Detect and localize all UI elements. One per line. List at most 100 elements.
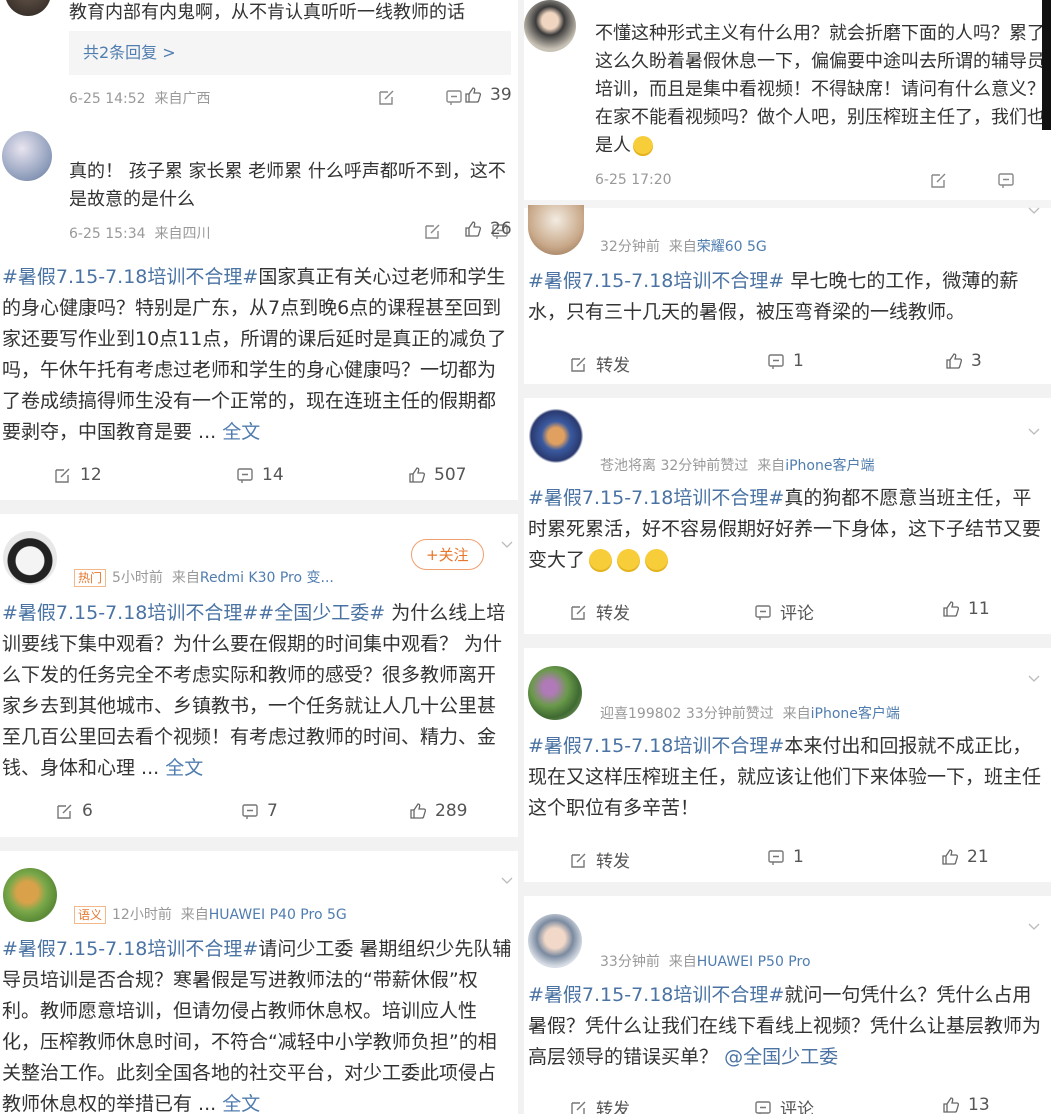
post-time: 5小时前	[112, 570, 163, 586]
like-count: 26	[490, 219, 512, 239]
like-count: 11	[968, 599, 990, 619]
like-button[interactable]: 13	[942, 1095, 990, 1114]
comment-count: 14	[262, 465, 284, 485]
divider	[524, 384, 1051, 398]
post-meta: 语义 12小时前 来自HUAWEI P40 Pro 5G	[74, 904, 347, 924]
view-replies-link[interactable]: 共2条回复 >	[69, 31, 511, 75]
comment-icon	[767, 848, 785, 866]
like-count: 507	[434, 465, 467, 485]
chevron-down-icon[interactable]	[1027, 424, 1041, 438]
edit-icon[interactable]	[424, 222, 442, 240]
edit-icon	[570, 355, 588, 373]
repost-button[interactable]: 12	[54, 465, 102, 485]
post-body: #暑假7.15-7.18培训不合理#真的狗都不愿意当班主任，平时累死累活，好不容…	[528, 483, 1044, 576]
like-button[interactable]: 11	[942, 599, 990, 619]
source-prefix: 来自	[171, 570, 200, 586]
avatar[interactable]	[528, 205, 584, 255]
chevron-down-icon[interactable]	[500, 873, 514, 887]
hashtag-link[interactable]: #暑假7.15-7.18培训不合理#	[2, 266, 258, 288]
avatar[interactable]	[2, 131, 52, 181]
reply-text: 教育内部有内鬼啊，从不肯认真听听一线教师的话	[69, 2, 465, 23]
repost-button[interactable]: 转发	[570, 599, 630, 624]
like-count: 3	[971, 351, 982, 371]
like-count: 289	[435, 801, 468, 821]
comment-count: 1	[793, 351, 804, 371]
like-button[interactable]: 21	[941, 847, 989, 867]
hashtag-link[interactable]: #暑假7.15-7.18培训不合理#	[528, 735, 784, 757]
repost-button[interactable]: 转发	[570, 1095, 630, 1114]
source-device: HUAWEI P50 Pro	[696, 954, 811, 970]
comment-button[interactable]: 7	[241, 801, 278, 821]
like-count: 13	[968, 1095, 990, 1114]
repost-button[interactable]: 6	[56, 801, 93, 821]
full-text-link[interactable]: 全文	[165, 757, 203, 779]
hashtag-link[interactable]: #暑假7.15-7.18培训不合理#	[528, 984, 784, 1006]
chevron-down-icon[interactable]	[1027, 671, 1041, 685]
comment-button[interactable]: 评论	[754, 599, 814, 624]
comment-icon[interactable]	[997, 171, 1015, 189]
repost-label: 转发	[596, 1100, 630, 1114]
comment-button[interactable]: 1	[767, 351, 804, 371]
comment-button[interactable]: 评论	[754, 1095, 814, 1114]
post-body: #暑假7.15-7.18培训不合理##全国少工委# 为什么线上培训要线下集中观看…	[2, 598, 514, 784]
chevron-down-icon[interactable]	[500, 537, 514, 551]
source-prefix: 来自	[782, 706, 811, 722]
comment-icon	[754, 603, 772, 621]
hashtag-link[interactable]: #暑假7.15-7.18培训不合理#	[2, 938, 258, 960]
source-device: 荣耀60 5G	[696, 239, 767, 255]
avatar[interactable]	[528, 914, 582, 968]
avatar[interactable]	[528, 666, 582, 720]
user-name[interactable]: 苍池将离	[600, 458, 656, 474]
hashtag-link[interactable]: #暑假7.15-7.18培训不合理#	[528, 487, 784, 509]
like-button[interactable]: 507	[408, 465, 466, 485]
comment-icon	[767, 352, 785, 370]
post-body: #暑假7.15-7.18培训不合理#本来付出和回报就不成正比，现在又这样压榨班主…	[528, 731, 1044, 824]
edit-icon[interactable]	[378, 88, 396, 106]
full-text-link[interactable]: 全文	[222, 1093, 260, 1114]
like-icon	[464, 86, 482, 104]
mention-link[interactable]: @全国少工委	[724, 1046, 838, 1068]
avatar[interactable]	[526, 408, 586, 470]
source-prefix: 来自	[668, 954, 697, 970]
like-count: 21	[967, 847, 989, 867]
avatar[interactable]	[3, 868, 57, 922]
like-button[interactable]: 289	[409, 801, 467, 821]
like-icon	[408, 466, 426, 484]
post-time: 33分钟前	[600, 954, 660, 970]
follow-button[interactable]: +关注	[411, 539, 484, 570]
avatar[interactable]	[5, 0, 51, 16]
hot-badge: 热门	[74, 569, 107, 587]
hashtag-link[interactable]: #暑假7.15-7.18培训不合理##全国少工委#	[2, 602, 385, 624]
comment-label: 评论	[780, 604, 814, 624]
post-time: 32分钟前赞过	[660, 458, 749, 474]
edit-icon[interactable]	[930, 171, 948, 189]
smile-emoji-icon	[633, 136, 653, 156]
source-prefix: 来自	[180, 907, 209, 923]
user-name[interactable]: 迎喜199802	[600, 706, 681, 722]
post-text: 为什么线上培训要线下集中观看？为什么要在假期的时间集中观看？ 为什么下发的任务完…	[2, 602, 506, 779]
comment-icon[interactable]	[445, 88, 463, 106]
like-button[interactable]: 39	[464, 85, 512, 105]
like-button[interactable]: 3	[945, 351, 982, 371]
avatar[interactable]	[524, 0, 576, 52]
avatar[interactable]	[3, 531, 57, 585]
reply-time: 6-25 17:20	[595, 172, 672, 188]
comment-button[interactable]: 14	[236, 465, 284, 485]
comment-button[interactable]: 1	[767, 847, 804, 867]
repost-button[interactable]: 转发	[570, 351, 630, 376]
smile-emoji-icon	[645, 549, 669, 572]
semantic-badge: 语义	[74, 906, 107, 924]
hashtag-link[interactable]: #暑假7.15-7.18培训不合理#	[528, 270, 784, 292]
edit-icon	[56, 802, 74, 820]
repost-label: 转发	[596, 356, 630, 376]
full-text-link[interactable]: 全文	[222, 421, 260, 443]
like-icon	[942, 600, 960, 618]
post-meta: 32分钟前 来自荣耀60 5G	[600, 236, 767, 256]
like-button[interactable]: 26	[464, 219, 512, 239]
chevron-down-icon[interactable]	[1027, 203, 1041, 217]
like-icon	[941, 848, 959, 866]
repost-count: 12	[80, 465, 102, 485]
repost-button[interactable]: 转发	[570, 847, 630, 872]
chevron-down-icon[interactable]	[1027, 919, 1041, 933]
replies-count-label: 共2条回复 >	[83, 43, 176, 62]
